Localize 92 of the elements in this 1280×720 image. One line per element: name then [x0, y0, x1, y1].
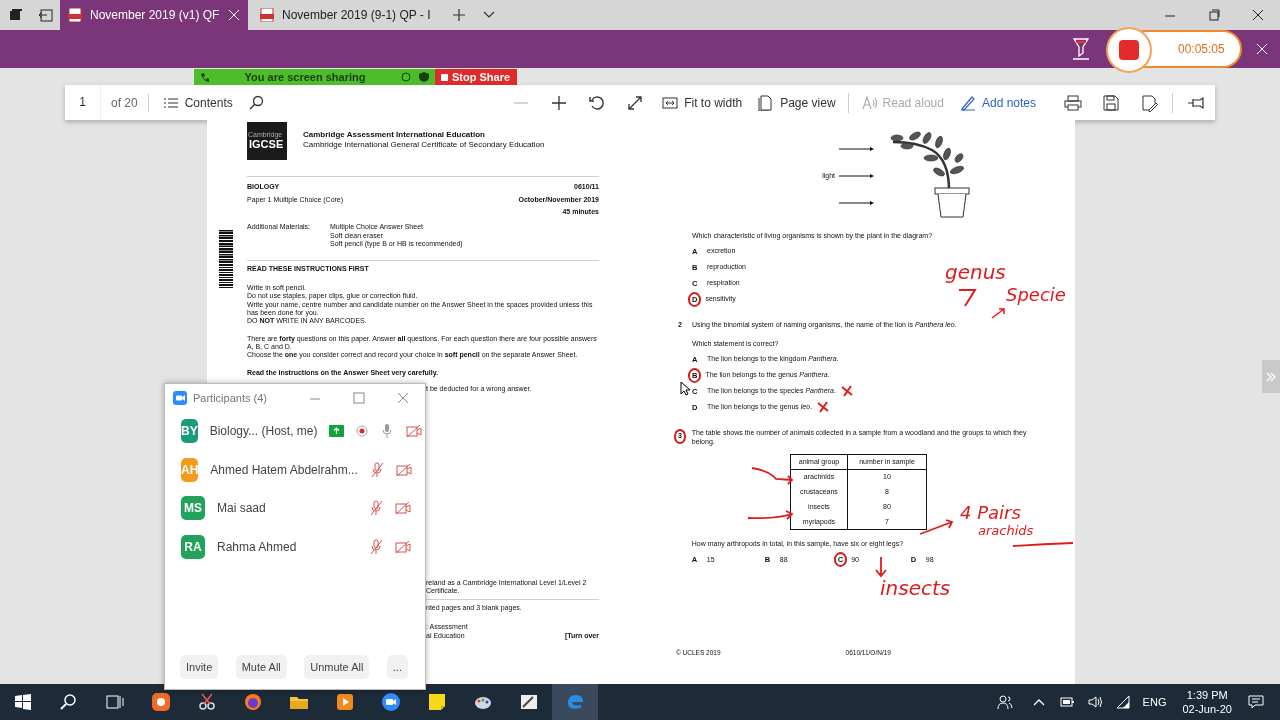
participant-name: Mai saad: [217, 500, 267, 518]
mouse-pointer-icon: [680, 381, 690, 396]
avatar: AH: [181, 457, 199, 482]
barcode-drawing: [219, 230, 233, 290]
phone-icon: [200, 72, 209, 82]
fit-to-width-icon[interactable]: [662, 94, 679, 111]
handwritten-note: genus: [945, 262, 1006, 282]
window-button[interactable]: Invite: [180, 654, 219, 679]
speaker-icon[interactable]: [1086, 694, 1103, 710]
avatar: MS: [181, 496, 205, 521]
ink-arrow-drawing: [990, 306, 1008, 320]
add-notes-icon[interactable]: [959, 94, 976, 111]
drawing-tool-icon[interactable]: [519, 692, 539, 712]
search-icon[interactable]: [59, 692, 79, 712]
handwritten-note: arachids: [978, 524, 1034, 537]
people-icon[interactable]: [996, 694, 1013, 710]
record-stop-button[interactable]: [1106, 27, 1152, 73]
video-camera-icon: [173, 391, 187, 405]
zoom-in-icon[interactable]: [550, 93, 569, 112]
window-title: Participants (4): [193, 390, 268, 406]
avatar: BY: [181, 419, 198, 444]
ink-arrow-drawing: [750, 465, 796, 485]
arrow-drawing: [839, 173, 875, 180]
tab-actions-icon[interactable]: [7, 8, 23, 22]
recorder-app-icon[interactable]: [151, 692, 171, 712]
window-button[interactable]: Unmute All: [304, 654, 370, 679]
task-view-icon[interactable]: [105, 692, 125, 712]
search-icon: [248, 94, 265, 111]
edge-browser-icon[interactable]: [565, 692, 585, 712]
organisation-name: Cambridge Assessment International Education: [303, 130, 486, 140]
participant-row[interactable]: AH Ahmed Hatem Abdelrahm...: [165, 450, 425, 489]
ink-arrow-drawing: [918, 518, 956, 536]
close-icon[interactable]: [1252, 9, 1264, 21]
windows-logo-icon[interactable]: [13, 692, 33, 712]
ink-underline-drawing: [1012, 542, 1074, 548]
ink-arrow-drawing: [874, 556, 888, 578]
arrow-drawing: [839, 200, 875, 207]
scissors-icon[interactable]: [197, 692, 217, 712]
clock[interactable]: 1:39 PM 02-Jun-20: [1182, 687, 1232, 717]
video-off-icon: [395, 501, 411, 516]
video-off-icon: [395, 462, 412, 477]
contents-button[interactable]: Contents: [154, 85, 241, 120]
participant-row[interactable]: RA Rahma Ahmed: [165, 527, 425, 566]
status-circle-icon: [401, 72, 411, 82]
recording-time: 00:05:05: [1178, 41, 1225, 58]
handwritten-note: insects: [880, 578, 951, 598]
handwritten-note: 4 Pairs: [960, 504, 1021, 522]
participant-name: Rahma Ahmed: [217, 538, 298, 556]
window-button[interactable]: Mute All: [235, 654, 287, 679]
page-view-icon[interactable]: [758, 94, 775, 111]
page-number-field[interactable]: 1: [65, 85, 101, 120]
new-tab-icon[interactable]: [452, 8, 466, 22]
participant-name: Biology... (Host, me): [209, 423, 318, 441]
wifi-icon[interactable]: [1114, 694, 1131, 710]
video-camera-icon[interactable]: [381, 692, 401, 712]
add-notes-button[interactable]: Add notes: [951, 85, 1044, 120]
browser-globe-icon[interactable]: [243, 692, 263, 712]
save-icon[interactable]: [1102, 93, 1120, 112]
participant-row[interactable]: MS Mai saad: [165, 489, 425, 528]
rotate-icon[interactable]: [588, 93, 607, 112]
battery-icon[interactable]: [1058, 694, 1075, 710]
pen-filter-icon[interactable]: [1071, 37, 1091, 61]
shield-icon: [419, 72, 429, 82]
handwritten-note: Specie: [1006, 286, 1066, 304]
stop-share-button[interactable]: Stop Share: [435, 69, 517, 85]
full-screen-icon[interactable]: [626, 93, 645, 112]
notification-icon[interactable]: [1248, 694, 1264, 710]
participant-row[interactable]: BY Biology... (Host, me): [165, 412, 425, 451]
pdf-icon: [260, 8, 274, 22]
avatar: RA: [181, 534, 205, 559]
pdf-icon: [68, 8, 82, 22]
back-tabs-icon[interactable]: [37, 8, 53, 22]
sticky-note-icon[interactable]: [427, 692, 447, 712]
window-button[interactable]: ...: [386, 654, 408, 679]
logo-title: IGCSE: [249, 139, 285, 151]
print-icon[interactable]: [1064, 93, 1082, 112]
page-view-button[interactable]: Page view: [750, 85, 844, 120]
stop-square-icon: [441, 73, 448, 81]
video-off-icon: [395, 539, 411, 554]
participant-name: Ahmed Hatem Abdelrahm...: [210, 461, 358, 479]
restore-icon[interactable]: [1208, 9, 1220, 21]
double-chevron-icon: [1266, 371, 1276, 382]
video-off-icon: [406, 424, 423, 439]
fit-to-width-button[interactable]: Fit to width: [654, 85, 751, 120]
edit-document-icon[interactable]: [1140, 93, 1158, 112]
language-indicator[interactable]: ENG: [1142, 693, 1167, 711]
media-player-icon[interactable]: [335, 692, 355, 712]
page-count: of 20: [111, 93, 149, 112]
arrow-drawing: [839, 146, 875, 152]
sharing-status: You are screen sharing: [243, 69, 367, 85]
organisation-name: Cambridge International General Certificate of Secondary Education: [303, 139, 545, 150]
browser-tab[interactable]: November 2019 (v1) QF: [60, 0, 248, 30]
